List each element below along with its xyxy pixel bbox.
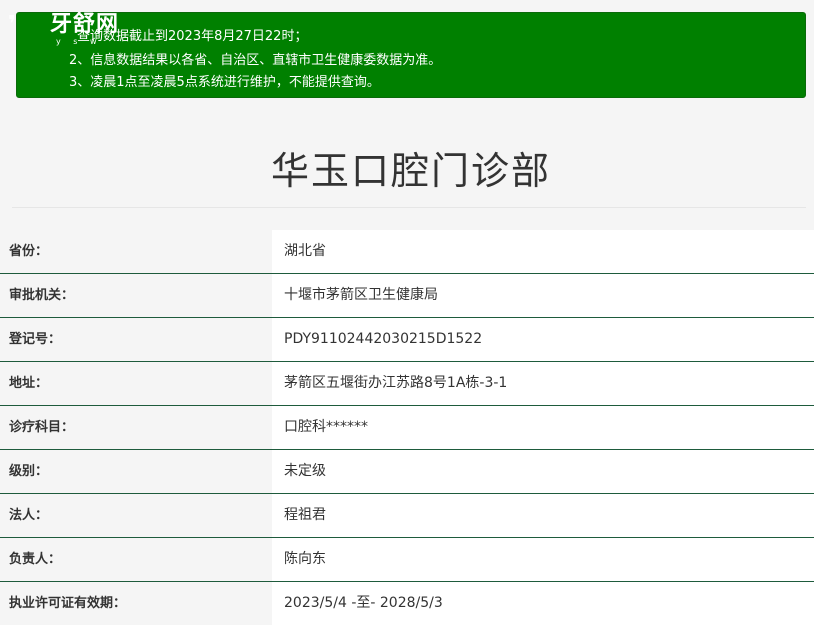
row-value: 程祖君 xyxy=(272,494,814,537)
tooth-logo-icon: ❜ xyxy=(8,12,16,37)
row-label: 级别： xyxy=(0,450,272,493)
title-divider xyxy=(12,207,806,208)
row-label: 执业许可证有效期： xyxy=(0,582,272,625)
row-value: 湖北省 xyxy=(272,230,814,273)
logo-subtext: y s w xyxy=(56,37,102,46)
row-label: 地址： xyxy=(0,362,272,405)
row-value: 2023/5/4 -至- 2028/5/3 xyxy=(272,582,814,625)
table-row: 省份： 湖北省 xyxy=(0,230,814,274)
table-row: 审批机关： 十堰市茅箭区卫生健康局 xyxy=(0,274,814,318)
row-value: 陈向东 xyxy=(272,538,814,581)
site-logo[interactable]: ❜ 牙舒网 y s w xyxy=(8,4,128,48)
notice-banner: 查询数据截止到2023年8月27日22时； 2、信息数据结果以各省、自治区、直辖… xyxy=(16,12,806,98)
table-row: 执业许可证有效期： 2023/5/4 -至- 2028/5/3 xyxy=(0,582,814,625)
table-row: 级别： 未定级 xyxy=(0,450,814,494)
row-value: PDY91102442030215D1522 xyxy=(272,318,814,361)
row-label: 法人： xyxy=(0,494,272,537)
clinic-details-table: 省份： 湖北省 审批机关： 十堰市茅箭区卫生健康局 登记号： PDY911024… xyxy=(0,230,814,625)
notice-line-2: 2、信息数据结果以各省、自治区、直辖市卫生健康委数据为准。 xyxy=(69,53,442,68)
row-label: 负责人： xyxy=(0,538,272,581)
table-row: 法人： 程祖君 xyxy=(0,494,814,538)
row-label: 登记号： xyxy=(0,318,272,361)
page-title: 华玉口腔门诊部 xyxy=(270,149,551,193)
row-value: 茅箭区五堰街办江苏路8号1A栋-3-1 xyxy=(272,362,814,405)
row-label: 省份： xyxy=(0,230,272,273)
row-label: 诊疗科目： xyxy=(0,406,272,449)
table-row: 诊疗科目： 口腔科****** xyxy=(0,406,814,450)
row-label: 审批机关： xyxy=(0,274,272,317)
row-value: 口腔科****** xyxy=(272,406,814,449)
table-row: 负责人： 陈向东 xyxy=(0,538,814,582)
row-value: 未定级 xyxy=(272,450,814,493)
table-row: 登记号： PDY91102442030215D1522 xyxy=(0,318,814,362)
row-value: 十堰市茅箭区卫生健康局 xyxy=(272,274,814,317)
logo-name: 牙舒网 xyxy=(50,11,120,37)
notice-line-3: 3、凌晨1点至凌晨5点系统进行维护，不能提供查询。 xyxy=(69,75,380,90)
table-row: 地址： 茅箭区五堰街办江苏路8号1A栋-3-1 xyxy=(0,362,814,406)
